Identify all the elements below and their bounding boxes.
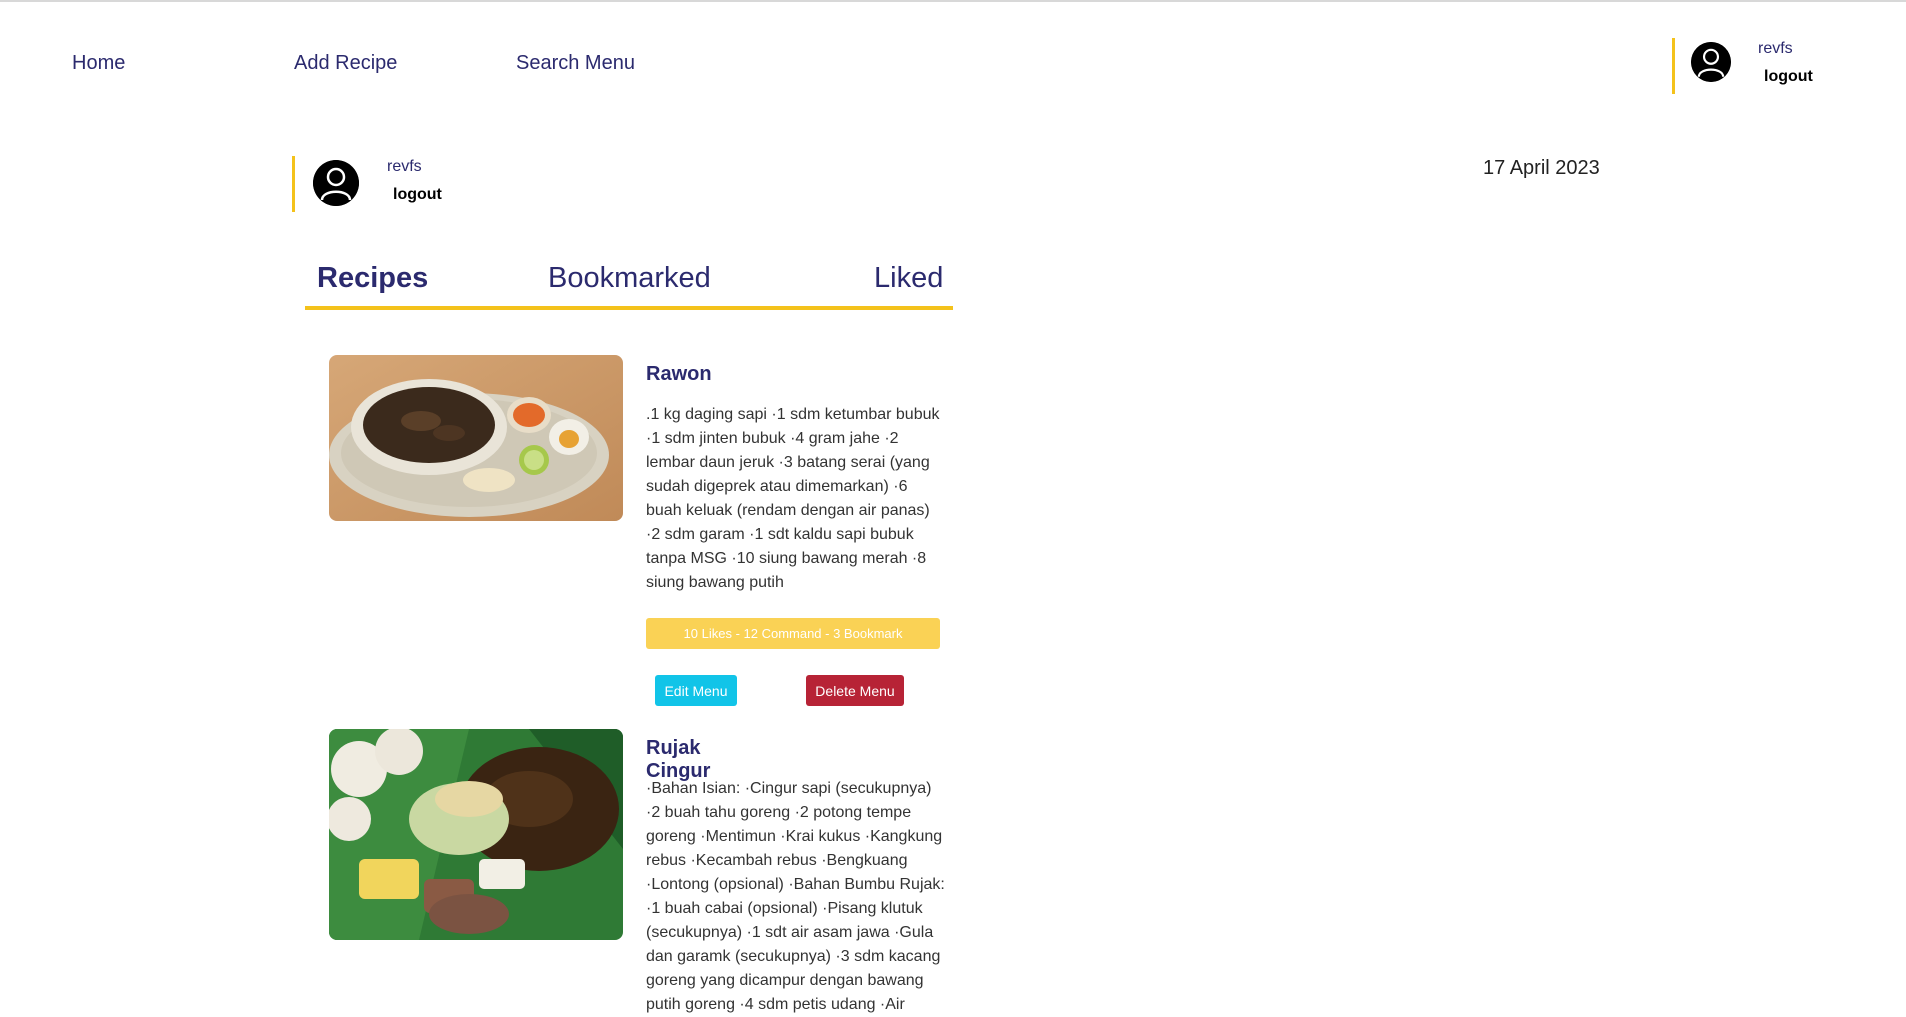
- recipe-tabs: Recipes Bookmarked Liked: [305, 258, 953, 310]
- recipe-image-rawon[interactable]: [329, 355, 623, 521]
- tab-bookmarked[interactable]: Bookmarked: [548, 262, 711, 295]
- header-username: revfs: [1758, 40, 1793, 57]
- user-avatar-icon[interactable]: [1691, 42, 1731, 82]
- tab-liked[interactable]: Liked: [874, 262, 943, 295]
- recipe-ingredients: .1 kg daging sapi ·1 sdm ketumbar bubuk …: [646, 406, 940, 591]
- profile-avatar-icon: [313, 160, 359, 206]
- nav-search-menu-link[interactable]: Search Menu: [516, 52, 635, 75]
- delete-menu-button[interactable]: Delete Menu: [806, 675, 904, 706]
- recipe-title[interactable]: Rawon: [646, 363, 712, 386]
- recipe-image-rujak-cingur[interactable]: [329, 729, 623, 940]
- main-navigation: Home Add Recipe Search Menu: [0, 52, 1906, 86]
- top-divider: [0, 0, 1906, 2]
- profile-user-box: revfs logout: [292, 156, 495, 212]
- profile-username: revfs: [387, 158, 422, 175]
- nav-add-recipe-link[interactable]: Add Recipe: [294, 52, 397, 75]
- tab-recipes[interactable]: Recipes: [317, 262, 428, 295]
- nav-home-link[interactable]: Home: [72, 52, 125, 75]
- recipe-ingredients: ·Bahan Isian: ·Cingur sapi (secukupnya) …: [646, 780, 945, 1013]
- edit-menu-button[interactable]: Edit Menu: [655, 675, 737, 706]
- recipe-stats-badge: 10 Likes - 12 Command - 3 Bookmark: [646, 618, 940, 649]
- header-user-box: revfs logout: [1672, 38, 1855, 94]
- header-logout-button[interactable]: logout: [1764, 68, 1813, 86]
- profile-logout-button[interactable]: logout: [393, 186, 442, 204]
- profile-date: 17 April 2023: [1483, 157, 1600, 179]
